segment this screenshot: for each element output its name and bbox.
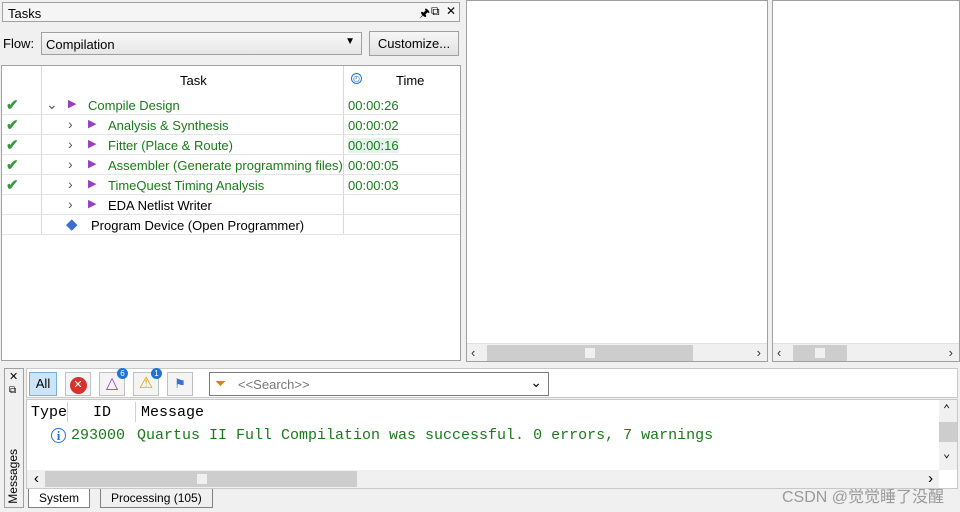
- tasks-title: Tasks: [8, 6, 42, 21]
- messages-side-bar: ✕ ⧉ Messages: [4, 368, 24, 508]
- expand-icon[interactable]: ›: [68, 156, 73, 172]
- scroll-thumb[interactable]: [939, 422, 957, 442]
- task-row[interactable]: ✔ › ▶ Fitter (Place & Route) 00:00:16: [2, 135, 460, 155]
- expand-icon[interactable]: ›: [68, 116, 73, 132]
- task-label: TimeQuest Timing Analysis: [108, 178, 265, 193]
- task-label: Program Device (Open Programmer): [91, 218, 305, 233]
- task-time: 00:00:05: [348, 158, 399, 173]
- tasks-title-bar: Tasks 🖈 ⧉ ✕: [2, 2, 460, 22]
- scroll-right-icon[interactable]: ›: [949, 345, 953, 360]
- checkmark-icon: ✔: [6, 117, 19, 134]
- task-time: 00:00:16: [348, 138, 399, 153]
- id-column-header[interactable]: ID: [93, 404, 111, 421]
- type-column-header[interactable]: Type: [31, 404, 67, 421]
- checkmark-icon: ✔: [6, 97, 19, 114]
- flag-icon: ⚑: [174, 376, 186, 391]
- horizontal-scrollbar[interactable]: ‹ ›: [773, 343, 959, 361]
- float-icon[interactable]: ⧉: [431, 4, 440, 19]
- expand-icon[interactable]: ›: [68, 136, 73, 152]
- play-icon[interactable]: ▶: [88, 197, 96, 210]
- task-time: 00:00:02: [348, 118, 399, 133]
- tab-system[interactable]: System: [28, 489, 91, 508]
- flow-label: Flow:: [3, 36, 35, 51]
- scroll-right-icon[interactable]: ›: [757, 345, 761, 360]
- expand-icon[interactable]: ›: [68, 176, 73, 192]
- vertical-scrollbar[interactable]: ⌃ ⌄: [939, 400, 957, 470]
- task-time: 00:00:03: [348, 178, 399, 193]
- scroll-down-icon[interactable]: ⌄: [943, 446, 950, 461]
- task-table: Task ◴ Time ✔ ⌄ ▶ Compile Design 00:00:2…: [1, 65, 461, 361]
- scroll-up-icon[interactable]: ⌃: [943, 402, 950, 417]
- tab-processing[interactable]: Processing (105): [100, 489, 213, 508]
- message-id[interactable]: 293000: [71, 427, 125, 444]
- filter-errors-button[interactable]: ✕: [65, 372, 91, 396]
- chevron-down-icon[interactable]: ⌄: [530, 374, 542, 391]
- task-label: Compile Design: [88, 98, 180, 113]
- play-icon[interactable]: ▶: [68, 97, 76, 110]
- expand-icon[interactable]: ›: [68, 196, 73, 212]
- messages-label: Messages: [6, 449, 20, 504]
- suppress-button[interactable]: ⚑: [167, 372, 193, 396]
- task-row[interactable]: ✔ ⌄ ▶ Compile Design 00:00:26: [2, 95, 460, 115]
- scroll-thumb[interactable]: [585, 348, 595, 358]
- scroll-thumb[interactable]: [197, 474, 207, 484]
- message-list: Type ID Message i 293000 Quartus II Full…: [26, 399, 958, 489]
- message-column-header[interactable]: Message: [141, 404, 204, 421]
- scroll-thumb[interactable]: [815, 348, 825, 358]
- error-icon: ✕: [69, 377, 87, 394]
- editor-pane-center: ‹ ›: [466, 0, 768, 362]
- critical-warning-icon: △: [105, 375, 119, 392]
- close-icon[interactable]: ✕: [9, 370, 18, 383]
- scroll-left-icon[interactable]: ‹: [32, 471, 41, 488]
- task-row[interactable]: ✔ › ▶ Analysis & Synthesis 00:00:02: [2, 115, 460, 135]
- task-row[interactable]: ◆ Program Device (Open Programmer): [2, 215, 460, 235]
- filter-critical-warnings-button[interactable]: △ 6: [99, 368, 128, 396]
- close-icon[interactable]: ✕: [446, 4, 456, 18]
- critical-count-badge: 6: [117, 368, 128, 379]
- messages-toolbar: All ✕ △ 6 ⚠ 1 ⚑ ⏷ <<Search>> ⌄: [26, 368, 958, 398]
- message-text[interactable]: Quartus II Full Compilation was successf…: [137, 427, 713, 444]
- task-row[interactable]: ✔ › ▶ Assembler (Generate programming fi…: [2, 155, 460, 175]
- time-column-header[interactable]: Time: [396, 73, 424, 88]
- flow-value: Compilation: [46, 37, 115, 52]
- task-time: 00:00:26: [348, 98, 399, 113]
- float-icon[interactable]: ⧉: [9, 385, 16, 396]
- task-column-header[interactable]: Task: [180, 73, 207, 88]
- info-icon: i: [51, 428, 66, 443]
- horizontal-scrollbar[interactable]: ‹ ›: [467, 343, 767, 361]
- filter-funnel-icon: ⏷: [215, 375, 227, 391]
- scroll-left-icon[interactable]: ‹: [777, 345, 781, 360]
- checkmark-icon: ✔: [6, 157, 19, 174]
- dropdown-arrow-icon: ▼: [345, 36, 355, 47]
- clock-icon: ◴: [351, 73, 362, 84]
- pin-icon[interactable]: 🖈: [419, 4, 430, 25]
- play-icon[interactable]: ▶: [88, 177, 96, 190]
- task-row[interactable]: ✔ › ▶ TimeQuest Timing Analysis 00:00:03: [2, 175, 460, 195]
- flow-select[interactable]: Compilation ▼: [41, 32, 362, 55]
- scroll-left-icon[interactable]: ‹: [471, 345, 475, 360]
- message-search[interactable]: ⏷ <<Search>> ⌄: [209, 372, 549, 396]
- filter-warnings-button[interactable]: ⚠ 1: [133, 368, 162, 396]
- filter-all-button[interactable]: All: [29, 372, 57, 396]
- task-row[interactable]: › ▶ EDA Netlist Writer: [2, 195, 460, 215]
- task-label: Fitter (Place & Route): [108, 138, 233, 153]
- warning-icon: ⚠: [138, 375, 154, 392]
- task-label: Assembler (Generate programming files): [108, 158, 343, 173]
- checkmark-icon: ✔: [6, 177, 19, 194]
- play-icon[interactable]: ▶: [88, 117, 96, 130]
- editor-pane-right: ‹ ›: [772, 0, 960, 362]
- tasks-panel: Tasks 🖈 ⧉ ✕ Flow: Compilation ▼ Customiz…: [0, 0, 462, 362]
- play-icon[interactable]: ▶: [88, 157, 96, 170]
- collapse-icon[interactable]: ⌄: [46, 96, 58, 113]
- search-placeholder: <<Search>>: [238, 377, 310, 392]
- checkmark-icon: ✔: [6, 137, 19, 154]
- warning-count-badge: 1: [151, 368, 162, 379]
- play-icon[interactable]: ▶: [88, 137, 96, 150]
- customize-button[interactable]: Customize...: [369, 31, 459, 56]
- watermark: CSDN @觉觉睡了没醒: [781, 489, 944, 506]
- task-label: Analysis & Synthesis: [108, 118, 229, 133]
- programmer-icon[interactable]: ◆: [66, 215, 78, 233]
- task-label: EDA Netlist Writer: [108, 198, 212, 213]
